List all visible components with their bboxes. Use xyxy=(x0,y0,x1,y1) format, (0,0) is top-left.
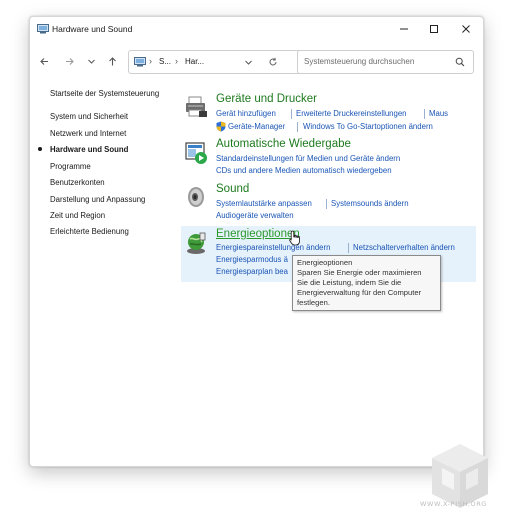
address-field[interactable]: › S... › Har... xyxy=(128,50,316,74)
breadcrumb-item[interactable]: S... xyxy=(159,57,171,66)
speaker-icon xyxy=(188,187,204,207)
active-indicator xyxy=(38,147,42,151)
maximize-button[interactable] xyxy=(419,17,449,41)
link-change-system-sounds[interactable]: Systemsounds ändern xyxy=(331,199,409,208)
arrow-up-icon xyxy=(108,56,116,65)
hand-cursor-icon xyxy=(289,230,300,246)
link-separator xyxy=(424,109,425,119)
maximize-icon xyxy=(430,25,438,33)
printer-icon xyxy=(186,96,207,117)
search-input[interactable]: Systemsteuerung durchsuchen xyxy=(297,50,474,74)
link-separator xyxy=(326,199,327,209)
breadcrumb-item[interactable]: Har... xyxy=(185,57,204,66)
tooltip-text-line: Energieverwaltung für den Computer xyxy=(297,288,422,297)
close-button[interactable] xyxy=(451,17,481,41)
link-separator xyxy=(291,109,292,119)
link-separator xyxy=(297,122,298,132)
minimize-button[interactable] xyxy=(389,17,419,41)
refresh-icon[interactable] xyxy=(268,57,278,67)
minimize-icon xyxy=(400,28,408,30)
sidebar-item-clock-region[interactable]: Zeit und Region xyxy=(50,211,105,220)
link-edit-power-plan[interactable]: Energiesparplan bea xyxy=(216,267,288,276)
breadcrumb-separator-icon: › xyxy=(149,56,152,66)
breadcrumb-separator-icon: › xyxy=(175,56,178,66)
link-separator xyxy=(348,243,349,253)
sidebar-item-system-security[interactable]: System und Sicherheit xyxy=(50,112,128,121)
link-manage-audio-devices[interactable]: Audiogeräte verwalten xyxy=(216,211,294,220)
link-advanced-printer-setup[interactable]: Erweiterte Druckereinstellungen xyxy=(296,109,407,118)
autoplay-icon xyxy=(185,142,207,164)
link-add-device[interactable]: Gerät hinzufügen xyxy=(216,109,276,118)
window-title: Hardware und Sound xyxy=(52,24,133,34)
category-title[interactable]: Geräte und Drucker xyxy=(216,93,317,105)
link-mouse[interactable]: Maus xyxy=(429,109,448,118)
link-windows-to-go[interactable]: Windows To Go-Startoptionen ändern xyxy=(303,122,433,131)
sidebar-item-network[interactable]: Netzwerk und Internet xyxy=(50,129,126,138)
link-change-default-media[interactable]: Standardeinstellungen für Medien und Ger… xyxy=(216,154,400,163)
sidebar-item-home[interactable]: Startseite der Systemsteuerung xyxy=(50,89,159,98)
forward-button[interactable] xyxy=(61,53,77,69)
watermark-text: WWW.X-PISH.ORG xyxy=(420,500,487,508)
chevron-down-icon xyxy=(87,59,95,64)
control-panel-icon xyxy=(37,24,49,34)
link-device-manager[interactable]: Geräte-Manager xyxy=(228,122,285,131)
link-adjust-volume[interactable]: Systemlautstärke anpassen xyxy=(216,199,312,208)
recent-locations-button[interactable] xyxy=(83,53,99,69)
sidebar-item-appearance[interactable]: Darstellung und Anpassung xyxy=(50,195,145,204)
arrow-right-icon xyxy=(65,57,74,65)
control-panel-window: Hardware und Sound › S... › Har... Syste… xyxy=(29,16,484,467)
tooltip-text-line: Sie die Leistung, indem Sie die xyxy=(297,278,402,287)
control-panel-icon xyxy=(134,57,146,67)
sidebar-item-programs[interactable]: Programme xyxy=(50,162,91,171)
tooltip: Energieoptionen Sparen Sie Energie oder … xyxy=(292,255,441,311)
sidebar-item-user-accounts[interactable]: Benutzerkonten xyxy=(50,178,105,187)
link-power-button-behavior[interactable]: Netzschalterverhalten ändern xyxy=(353,243,455,252)
search-placeholder: Systemsteuerung durchsuchen xyxy=(304,57,415,66)
address-bar-row: › S... › Har... Systemsteuerung durchsuc… xyxy=(30,47,483,75)
tooltip-text-line: Sparen Sie Energie oder maximieren xyxy=(297,268,422,277)
shield-icon xyxy=(216,121,226,132)
link-play-cds-automatically[interactable]: CDs und andere Medien automatisch wieder… xyxy=(216,166,392,175)
link-sleep-mode[interactable]: Energiesparmodus ä xyxy=(216,255,288,264)
arrow-left-icon xyxy=(39,57,48,65)
search-icon[interactable] xyxy=(455,57,465,67)
sidebar-item-hardware-sound[interactable]: Hardware und Sound xyxy=(38,145,129,154)
battery-globe-icon xyxy=(187,232,206,254)
close-icon xyxy=(462,25,470,33)
title-bar: Hardware und Sound xyxy=(30,17,483,43)
category-title[interactable]: Sound xyxy=(216,183,249,195)
category-title[interactable]: Automatische Wiedergabe xyxy=(216,138,351,150)
category-title[interactable]: Energieoptionen xyxy=(216,228,300,240)
up-button[interactable] xyxy=(104,53,120,69)
tooltip-text-line: festlegen. xyxy=(297,298,330,307)
sidebar-item-ease-of-access[interactable]: Erleichterte Bedienung xyxy=(50,227,129,236)
link-change-power-saving-settings[interactable]: Energiespareinstellungen ändern xyxy=(216,243,330,252)
chevron-down-icon[interactable] xyxy=(244,58,253,67)
sidebar-item-label: Hardware und Sound xyxy=(50,145,129,154)
tooltip-title: Energieoptionen xyxy=(297,258,353,267)
back-button[interactable] xyxy=(36,53,52,69)
